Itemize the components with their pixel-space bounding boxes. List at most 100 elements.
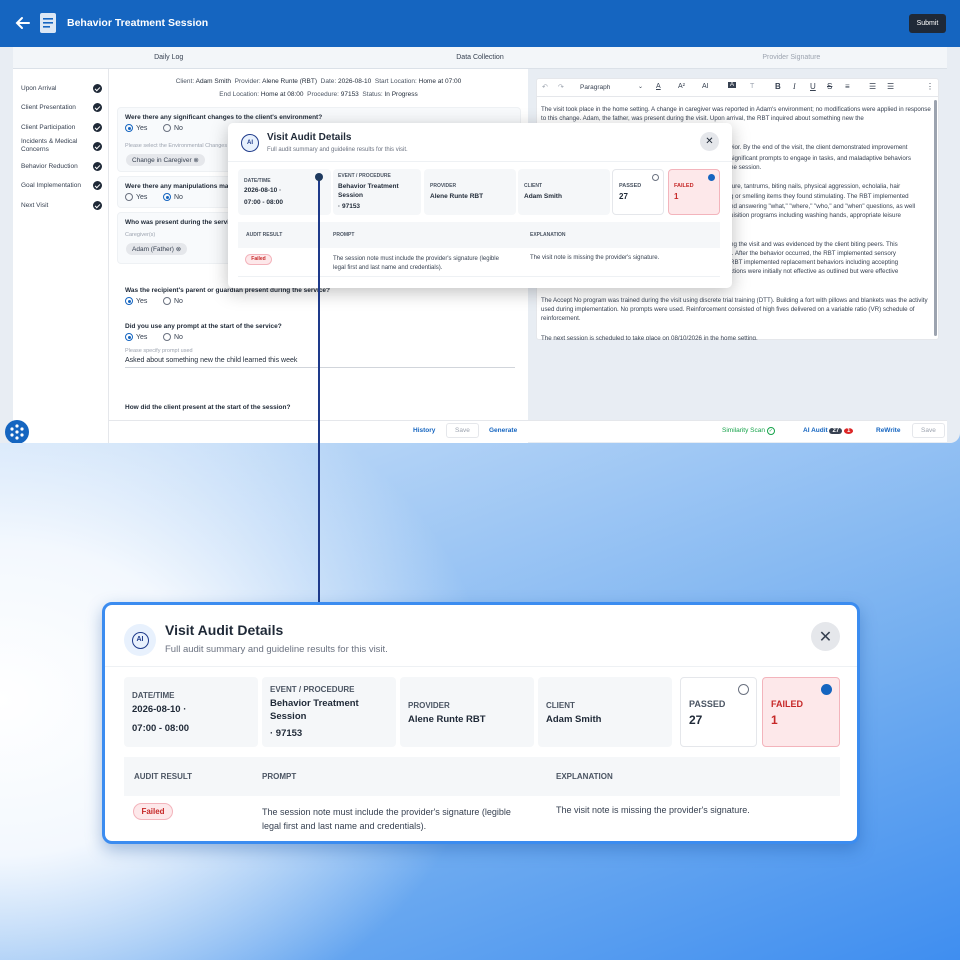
numbered-list-icon[interactable]: ☰ xyxy=(869,82,876,91)
col-prompt: PROMPT xyxy=(262,772,297,781)
check-icon xyxy=(93,162,102,171)
radio-yes[interactable]: Yes xyxy=(125,193,147,201)
environment-change-chip[interactable]: Change in Caregiver ⊗ xyxy=(126,154,205,166)
audit-modal: AI Visit Audit Details Full audit summar… xyxy=(228,123,732,288)
client-label: CLIENT xyxy=(524,183,543,189)
strikethrough-icon[interactable]: S xyxy=(827,82,832,91)
generate-button[interactable]: Generate xyxy=(489,427,517,434)
sidebar-item-client-participation[interactable]: Client Participation xyxy=(21,124,81,132)
chevron-down-icon[interactable]: ⌄ xyxy=(638,83,643,90)
event-value: Behavior Treatment Session xyxy=(270,698,359,722)
back-arrow-icon[interactable] xyxy=(14,14,32,32)
font-color-icon[interactable]: A xyxy=(656,83,661,90)
datetime-label: DATE/TIME xyxy=(244,178,271,184)
text-case-icon[interactable]: AI xyxy=(702,83,709,90)
more-icon[interactable]: ⋮ xyxy=(926,82,934,91)
tab-bar: Daily Log Data Collection Provider Signa… xyxy=(13,47,947,69)
sidebar-item-upon-arrival[interactable]: Upon Arrival xyxy=(21,85,81,93)
check-icon xyxy=(93,181,102,190)
sidebar-item-incidents[interactable]: Incidents & Medical Concerns xyxy=(21,138,81,154)
radio-yes[interactable]: Yes xyxy=(125,333,147,341)
passed-radio[interactable] xyxy=(738,684,749,695)
provider-value: Alene Runte RBT xyxy=(408,714,486,725)
divider xyxy=(238,276,720,277)
field-hint: Please select the Environmental Changes xyxy=(125,143,228,149)
submit-button[interactable]: Submit xyxy=(909,14,946,33)
app-window: Behavior Treatment Session Submit Daily … xyxy=(0,0,960,443)
undo-icon[interactable]: ↶ xyxy=(542,83,548,91)
tab-provider-signature[interactable]: Provider Signature xyxy=(636,47,947,68)
document-icon xyxy=(40,13,56,33)
bold-icon[interactable]: B xyxy=(775,82,781,91)
editor-save-button[interactable]: Save xyxy=(912,423,945,438)
field-hint: Caregiver(s) xyxy=(125,232,156,238)
sidebar: Upon Arrival Client Presentation Client … xyxy=(13,69,109,443)
editor-scrollbar[interactable] xyxy=(934,100,937,336)
sidebar-item-goal-implementation[interactable]: Goal Implementation xyxy=(21,182,81,190)
provider-label: PROVIDER xyxy=(408,701,450,710)
radio-no[interactable]: No xyxy=(163,297,183,305)
italic-icon[interactable]: I xyxy=(793,82,796,91)
rewrite-button[interactable]: ReWrite xyxy=(876,427,900,434)
radio-yes[interactable]: Yes xyxy=(125,297,147,305)
check-icon xyxy=(93,201,102,210)
failed-radio[interactable] xyxy=(821,684,832,695)
block-style-select[interactable]: Paragraph xyxy=(580,84,610,91)
radio-no[interactable]: No xyxy=(163,333,183,341)
event-label: EVENT / PROCEDURE xyxy=(270,685,355,694)
font-size-icon[interactable]: A² xyxy=(678,83,685,90)
col-explanation: EXPLANATION xyxy=(556,772,613,781)
close-icon[interactable]: ✕ xyxy=(811,622,840,651)
editor-fragment: ctions were initially not effective as o… xyxy=(730,268,899,275)
session-meta-line-2: End Location: Home at 08:00 Procedure: 9… xyxy=(219,91,418,98)
highlight-icon[interactable]: A xyxy=(728,82,737,88)
caregiver-chip[interactable]: Adam (Father) ⊗ xyxy=(126,243,188,255)
tab-data-collection[interactable]: Data Collection xyxy=(324,47,635,68)
datetime-value: 2026-08-10 · xyxy=(244,187,282,194)
sidebar-item-client-presentation[interactable]: Client Presentation xyxy=(21,104,81,112)
redo-icon[interactable]: ↷ xyxy=(558,83,564,91)
zoom-anchor-dot xyxy=(315,173,323,181)
passed-radio[interactable] xyxy=(652,174,659,181)
save-button[interactable]: Save xyxy=(446,423,479,438)
history-button[interactable]: History xyxy=(413,427,435,434)
radio-yes[interactable]: Yes xyxy=(125,124,147,132)
provider-label: PROVIDER xyxy=(430,183,457,189)
sidebar-item-behavior-reduction[interactable]: Behavior Reduction xyxy=(21,163,81,171)
prompt-used-input[interactable]: Asked about something new the child lear… xyxy=(125,357,515,368)
editor-toolbar: ↶ ↷ Paragraph ⌄ A A² AI A T B I U S ≡ ☰ … xyxy=(536,79,939,97)
top-bar: Behavior Treatment Session Submit xyxy=(0,0,960,47)
sidebar-item-next-visit[interactable]: Next Visit xyxy=(21,202,81,210)
close-icon[interactable]: ✕ xyxy=(700,132,719,151)
row-prompt: The session note must include the provid… xyxy=(333,256,499,271)
question-label: Did you use any prompt at the start of t… xyxy=(125,323,282,330)
ai-audit-button[interactable]: AI Audit 27 1 xyxy=(803,427,854,434)
question-label: Who was present during the service xyxy=(125,219,237,226)
zoom-connector-line xyxy=(318,177,320,605)
passed-label: PASSED xyxy=(689,699,726,709)
modal-subtitle: Full audit summary and guideline results… xyxy=(267,147,408,153)
editor-fragment: uisition programs including washing hand… xyxy=(730,212,901,219)
check-icon xyxy=(93,142,102,151)
assistant-fab[interactable] xyxy=(5,420,29,443)
check-icon xyxy=(93,123,102,132)
failed-radio[interactable] xyxy=(708,174,715,181)
table-header xyxy=(124,757,840,796)
editor-fragment: ng the visit and was evidenced by the cl… xyxy=(730,241,898,248)
radio-no[interactable]: No xyxy=(163,193,183,201)
audit-modal-zoomed: AI Visit Audit Details Full audit summar… xyxy=(102,602,860,844)
clear-format-icon[interactable]: T xyxy=(750,83,754,90)
underline-icon[interactable]: U xyxy=(810,82,816,91)
bullet-list-icon[interactable]: ☰ xyxy=(887,82,894,91)
failed-badge: Failed xyxy=(133,803,173,820)
radio-no[interactable]: No xyxy=(163,124,183,132)
similarity-scan-button[interactable]: Similarity Scan ✓ xyxy=(722,427,775,435)
tab-daily-log[interactable]: Daily Log xyxy=(13,47,324,68)
col-audit-result: AUDIT RESULT xyxy=(134,772,193,781)
modal-title: Visit Audit Details xyxy=(165,622,284,638)
align-icon[interactable]: ≡ xyxy=(845,82,850,91)
failed-badge: Failed xyxy=(245,254,272,265)
procedure-value: · 97153 xyxy=(338,203,361,210)
event-label: EVENT / PROCEDURE xyxy=(338,173,391,179)
col-explanation: EXPLANATION xyxy=(530,232,566,238)
